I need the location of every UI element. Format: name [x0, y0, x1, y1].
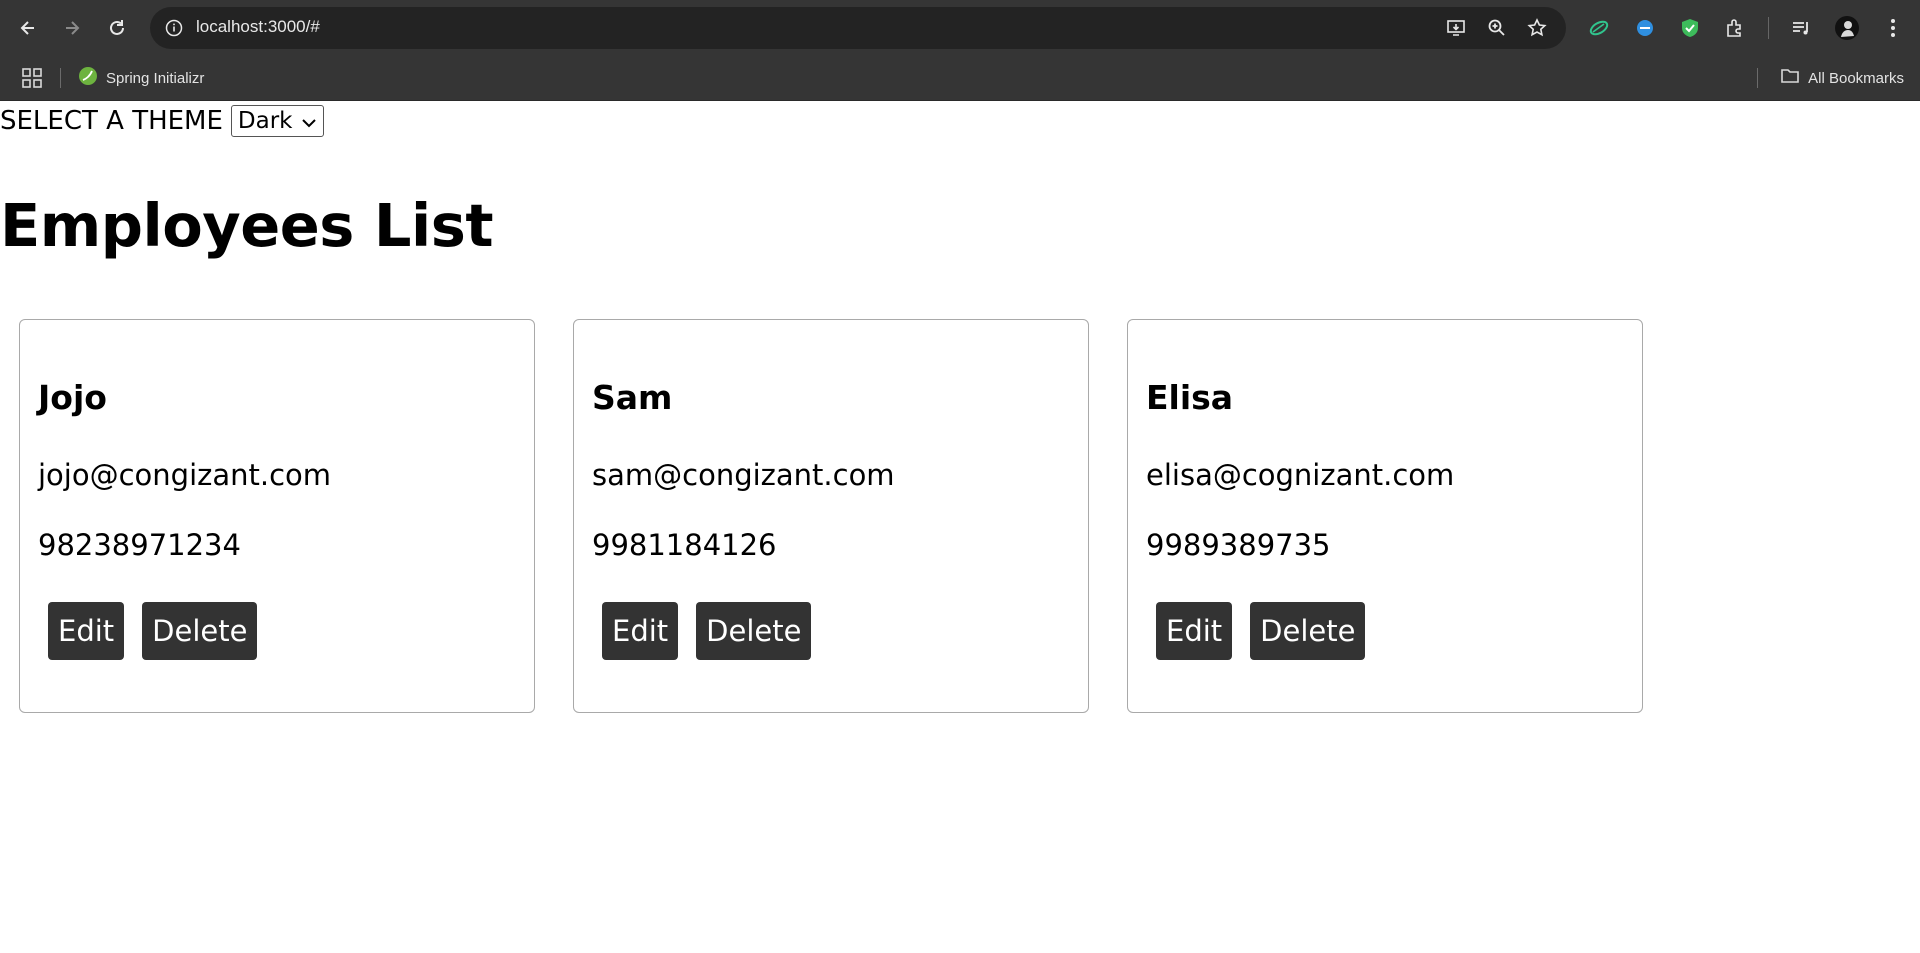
folder-icon [1780, 67, 1800, 89]
forward-icon[interactable] [56, 12, 88, 44]
employee-card: Sam sam@congizant.com 9981184126 Edit De… [573, 319, 1089, 713]
theme-label: SELECT A THEME [0, 106, 223, 136]
address-bar[interactable]: localhost:3000/# [150, 7, 1566, 49]
theme-selector-row: SELECT A THEME Dark [0, 105, 324, 137]
spring-leaf-icon [78, 66, 98, 90]
apps-grid-icon[interactable] [20, 66, 44, 90]
employee-phone: 98238971234 [38, 528, 241, 562]
edit-button[interactable]: Edit [1156, 602, 1233, 660]
toolbar-divider [1768, 17, 1769, 39]
delete-button[interactable]: Delete [142, 602, 258, 660]
profile-avatar[interactable] [1831, 12, 1863, 44]
all-bookmarks-button[interactable]: All Bookmarks [1780, 65, 1904, 91]
employee-name: Sam [592, 378, 673, 417]
install-app-icon[interactable] [1444, 16, 1468, 40]
employee-card-list: Jojo jojo@congizant.com 98238971234 Edit… [19, 319, 1643, 713]
edit-button[interactable]: Edit [602, 602, 679, 660]
card-actions: Edit Delete [602, 602, 812, 660]
blue-extension-icon[interactable] [1629, 12, 1661, 44]
bookmarks-bar: Spring Initializr All Bookmarks [0, 55, 1920, 101]
employee-phone: 9989389735 [1146, 528, 1331, 562]
menu-kebab-icon[interactable] [1877, 12, 1909, 44]
back-icon[interactable] [12, 12, 44, 44]
employee-card: Jojo jojo@congizant.com 98238971234 Edit… [19, 319, 535, 713]
extensions-puzzle-icon[interactable] [1719, 12, 1751, 44]
browser-toolbar: localhost:3000/# [0, 0, 1920, 55]
edit-button[interactable]: Edit [48, 602, 125, 660]
chevron-down-icon [301, 111, 317, 128]
bookmarks-divider-right [1757, 68, 1758, 88]
bookmarks-divider [60, 68, 61, 88]
employee-card: Elisa elisa@cognizant.com 9989389735 Edi… [1127, 319, 1643, 713]
bookmark-star-icon[interactable] [1525, 16, 1549, 40]
delete-button[interactable]: Delete [1250, 602, 1366, 660]
employee-email: sam@congizant.com [592, 458, 895, 492]
reload-icon[interactable] [101, 12, 133, 44]
employee-email: elisa@cognizant.com [1146, 458, 1455, 492]
url-text: localhost:3000/# [196, 17, 320, 36]
bookmark-spring-initializr[interactable]: Spring Initializr [78, 65, 204, 91]
all-bookmarks-label: All Bookmarks [1808, 69, 1904, 87]
leaf-extension-icon[interactable] [1583, 12, 1615, 44]
theme-selected-value: Dark [237, 108, 293, 134]
card-actions: Edit Delete [48, 602, 258, 660]
employee-name: Elisa [1146, 378, 1234, 417]
employee-email: jojo@congizant.com [38, 458, 332, 492]
employee-name: Jojo [38, 378, 107, 417]
theme-select[interactable]: Dark [230, 105, 324, 137]
employee-phone: 9981184126 [592, 528, 777, 562]
zoom-icon[interactable] [1485, 16, 1509, 40]
site-info-icon[interactable] [162, 16, 186, 40]
page-title: Employees List [0, 191, 494, 260]
reading-list-icon[interactable] [1785, 12, 1817, 44]
shield-extension-icon[interactable] [1674, 12, 1706, 44]
delete-button[interactable]: Delete [696, 602, 812, 660]
card-actions: Edit Delete [1156, 602, 1366, 660]
bookmark-label: Spring Initializr [106, 69, 205, 87]
